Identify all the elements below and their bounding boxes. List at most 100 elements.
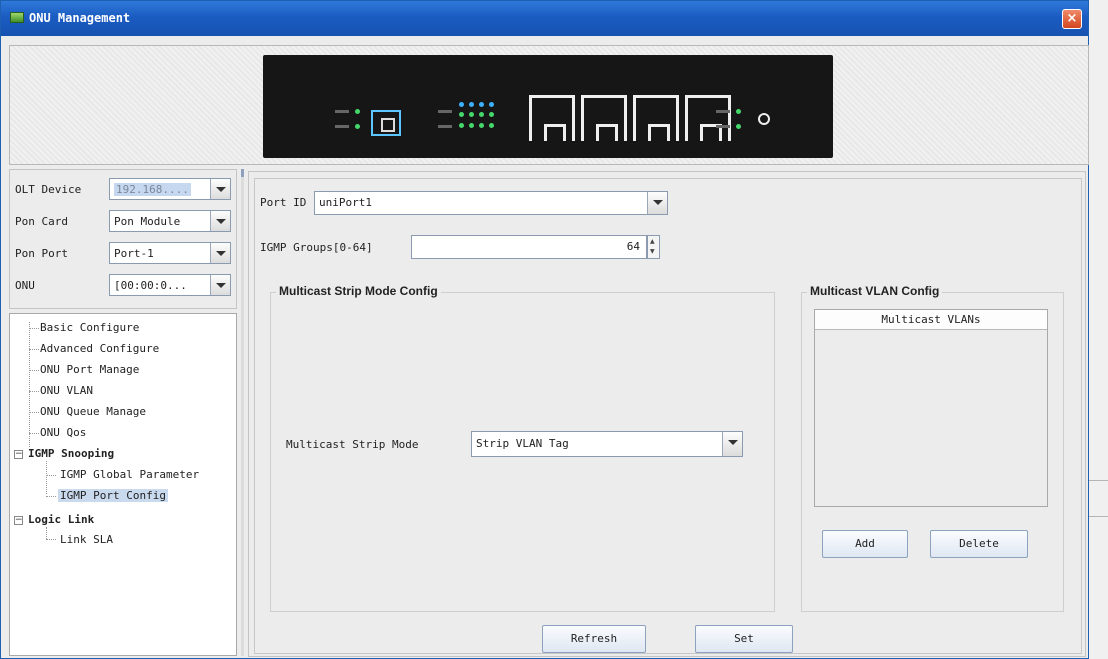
pon-port-row: Pon Port Port-1 [13,242,235,266]
close-icon: × [1066,11,1078,26]
igmp-groups-spinner[interactable]: ▲ ▼ [647,235,660,259]
port-led [459,123,464,128]
multicast-vlans-table[interactable]: Multicast VLANs [814,309,1048,507]
chevron-down-icon[interactable] [210,243,230,263]
navigation-tree: Basic Configure Advanced Configure ONU P… [9,313,237,656]
strip-mode-select[interactable]: Strip VLAN Tag [471,431,743,457]
tree-item-basic-configure[interactable]: Basic Configure [40,321,139,334]
tree-guide-line [46,461,47,494]
led-label-mark [438,125,452,128]
tree-guide-line [46,539,56,540]
olt-device-row: OLT Device 192.168.... [13,178,235,202]
tree-item-onu-qos[interactable]: ONU Qos [40,426,86,439]
port-led [479,123,484,128]
status-led [355,124,360,129]
refresh-button[interactable]: Refresh [542,625,646,653]
title-bar[interactable]: ONU Management × [1,1,1088,36]
tree-item-onu-port-manage[interactable]: ONU Port Manage [40,363,139,376]
tree-guide-line [29,349,39,350]
background-edge [1089,516,1108,517]
add-vlan-button[interactable]: Add [822,530,908,558]
tree-item-igmp-snooping[interactable]: IGMP Snooping [28,447,114,460]
led-label-mark [716,125,730,128]
tree-item-onu-queue-manage[interactable]: ONU Queue Manage [40,405,146,418]
tree-item-igmp-global-parameter[interactable]: IGMP Global Parameter [60,468,199,481]
olt-device-label: OLT Device [15,183,82,196]
port-led [489,123,494,128]
collapse-icon[interactable]: − [14,450,23,459]
pon-card-value: Pon Module [114,215,181,228]
tree-guide-line [46,527,47,539]
chevron-down-icon[interactable] [647,192,667,214]
igmp-groups-value: 64 [626,240,640,253]
close-button[interactable]: × [1062,9,1082,29]
ethernet-port-image [685,95,731,141]
pon-port-select[interactable]: Port-1 [109,242,231,264]
app-icon [10,12,24,23]
ethernet-port-image [633,95,679,141]
tree-guide-line [29,412,39,413]
led-label-mark [335,110,349,113]
chevron-down-icon[interactable] [722,432,742,456]
tree-guide-line [29,370,39,371]
background-edge [1089,480,1108,481]
chevron-down-icon[interactable] [210,275,230,295]
tree-guide-line [29,328,39,329]
link-led [355,109,360,114]
pon-port-label: Pon Port [15,247,68,260]
tree-guide-line [46,475,56,476]
chevron-down-icon[interactable] [210,211,230,231]
pon-card-row: Pon Card Pon Module [13,210,235,234]
spinner-down-icon[interactable]: ▼ [650,248,655,255]
port-led [479,102,484,107]
tree-guide-line [29,391,39,392]
pon-port-image [371,110,401,136]
strip-mode-group-title: Multicast Strip Mode Config [276,284,441,298]
tree-item-advanced-configure[interactable]: Advanced Configure [40,342,159,355]
onu-row: ONU [00:00:0... [13,274,235,298]
tree-item-link-sla[interactable]: Link SLA [60,533,113,546]
port-led [469,112,474,117]
tree-item-logic-link[interactable]: Logic Link [28,513,94,526]
pon-card-select[interactable]: Pon Module [109,210,231,232]
chevron-down-icon[interactable] [210,179,230,199]
ethernet-port-image [529,95,575,141]
pon-card-label: Pon Card [15,215,68,228]
spinner-up-icon[interactable]: ▲ [650,238,655,245]
ethernet-port-image [581,95,627,141]
strip-mode-label: Multicast Strip Mode [286,438,419,451]
splitter-grip-icon[interactable] [241,169,244,177]
reset-button-image [758,113,770,125]
collapse-icon[interactable]: − [14,516,23,525]
port-id-select[interactable]: uniPort1 [314,191,668,215]
device-panel [9,45,1089,165]
tree-item-onu-vlan[interactable]: ONU VLAN [40,384,93,397]
port-led [489,102,494,107]
port-id-label: Port ID [260,196,307,209]
tree-guide-line [46,496,56,497]
tree-item-igmp-port-config[interactable]: IGMP Port Config [58,489,168,502]
onu-select[interactable]: [00:00:0... [109,274,231,296]
multicast-vlans-column-header[interactable]: Multicast VLANs [815,310,1047,330]
led-label-mark [335,125,349,128]
tree-guide-line [29,433,39,434]
tree-guide-line [29,322,30,447]
alarm-led [736,124,741,129]
device-selector-panel: OLT Device 192.168.... Pon Card Pon Modu… [9,169,237,309]
window-title: ONU Management [29,11,131,25]
port-led [459,102,464,107]
set-button[interactable]: Set [695,625,793,653]
delete-vlan-button[interactable]: Delete [930,530,1028,558]
port-led [479,112,484,117]
olt-device-select[interactable]: 192.168.... [109,178,231,200]
igmp-groups-input[interactable]: 64 [411,235,647,259]
port-led [469,102,474,107]
led-label-mark [716,110,730,113]
panel-splitter[interactable] [241,169,244,656]
led-label-mark [438,110,452,113]
port-led [459,112,464,117]
onu-value: [00:00:0... [114,279,187,292]
strip-mode-value: Strip VLAN Tag [476,437,569,450]
port-led [489,112,494,117]
port-led [469,123,474,128]
